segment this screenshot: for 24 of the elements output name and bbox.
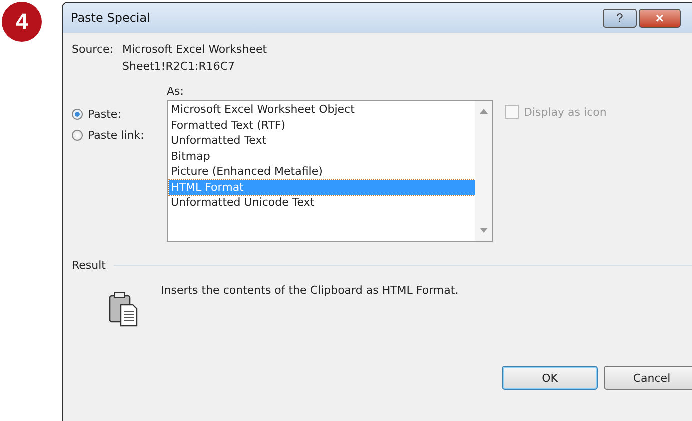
result-label: Result bbox=[72, 259, 106, 272]
dialog-button[interactable]: Cancel bbox=[604, 366, 692, 390]
result-description: Inserts the contents of the Clipboard as HTML Format. bbox=[161, 284, 459, 299]
list-item[interactable]: Formatted Text (RTF) bbox=[169, 118, 475, 133]
format-list[interactable]: Microsoft Excel Worksheet Object Formatted Text (RTF) Unformatted Text Bitmap Picture (Enhanced Metafile) HTML Format Unformatted Unicode Text bbox=[167, 100, 493, 242]
window-title: Paste Special bbox=[71, 11, 150, 25]
scroll-up-icon[interactable] bbox=[480, 109, 488, 114]
source-label: Source: bbox=[72, 43, 114, 58]
clipboard-icon bbox=[109, 292, 139, 328]
list-item[interactable]: Bitmap bbox=[169, 148, 475, 164]
source-value: Microsoft Excel Worksheet bbox=[122, 43, 268, 56]
as-label: As: bbox=[167, 85, 185, 98]
scrollbar[interactable] bbox=[475, 101, 492, 241]
source-value: Sheet1!R2C1:R16C7 bbox=[122, 60, 236, 73]
scroll-down-icon[interactable] bbox=[480, 228, 488, 233]
list-item[interactable]: Picture (Enhanced Metafile) bbox=[169, 164, 475, 180]
list-item[interactable]: Unformatted Unicode Text bbox=[169, 195, 475, 210]
radio-option[interactable]: Paste: bbox=[72, 108, 167, 121]
list-item[interactable]: Microsoft Excel Worksheet Object bbox=[169, 102, 475, 118]
step-badge: 4 bbox=[2, 2, 42, 42]
help-button[interactable]: ? bbox=[603, 8, 637, 28]
list-item[interactable]: Unformatted Text bbox=[169, 133, 475, 148]
dialog-button[interactable]: OK bbox=[502, 366, 598, 390]
radio-option[interactable]: Paste link: bbox=[72, 129, 167, 142]
